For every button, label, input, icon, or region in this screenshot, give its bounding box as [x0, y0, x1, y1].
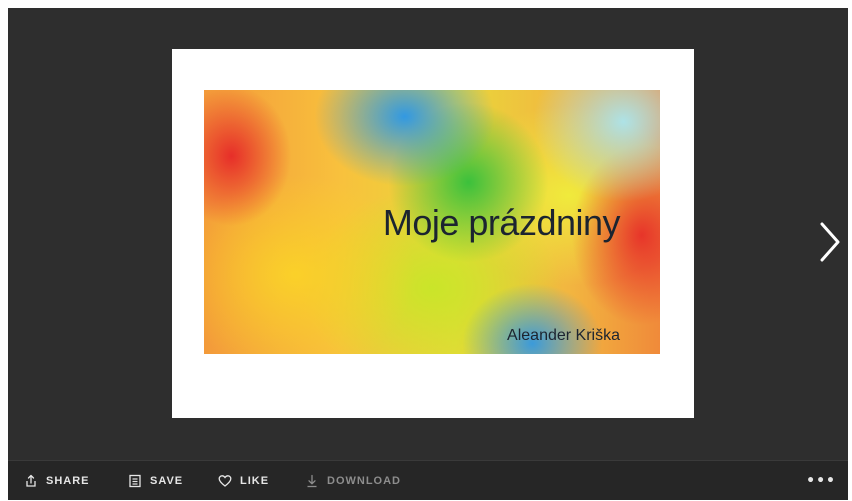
slide-viewer: Moje prázdniny Aleander Kriška	[8, 8, 848, 460]
save-icon	[129, 474, 141, 488]
chevron-right-icon	[820, 222, 840, 262]
more-icon: •••	[806, 473, 836, 489]
next-slide-button[interactable]	[816, 220, 844, 264]
share-label: SHARE	[46, 475, 90, 487]
slide-author: Aleander Kriška	[507, 327, 620, 344]
like-button[interactable]: LIKE	[218, 461, 269, 501]
more-options-button[interactable]: •••	[806, 461, 836, 501]
slide-thumbnail: Moje prázdniny Aleander Kriška	[172, 49, 694, 418]
like-label: LIKE	[240, 475, 270, 487]
download-icon	[307, 474, 317, 488]
share-icon	[26, 474, 36, 487]
heart-icon	[218, 475, 232, 487]
slide-background-image: Moje prázdniny Aleander Kriška	[204, 90, 660, 354]
save-button[interactable]: SAVE	[128, 461, 183, 501]
save-label: SAVE	[150, 475, 184, 487]
share-button[interactable]: SHARE	[24, 461, 90, 501]
download-button[interactable]: DOWNLOAD	[305, 461, 401, 501]
presentation-viewer-frame: Moje prázdniny Aleander Kriška SHARE SAV…	[0, 0, 852, 500]
bottom-toolbar: SHARE SAVE LIKE DOWNLOAD •••	[8, 460, 848, 500]
slide-title: Moje prázdniny	[382, 202, 621, 243]
download-label: DOWNLOAD	[327, 475, 401, 487]
